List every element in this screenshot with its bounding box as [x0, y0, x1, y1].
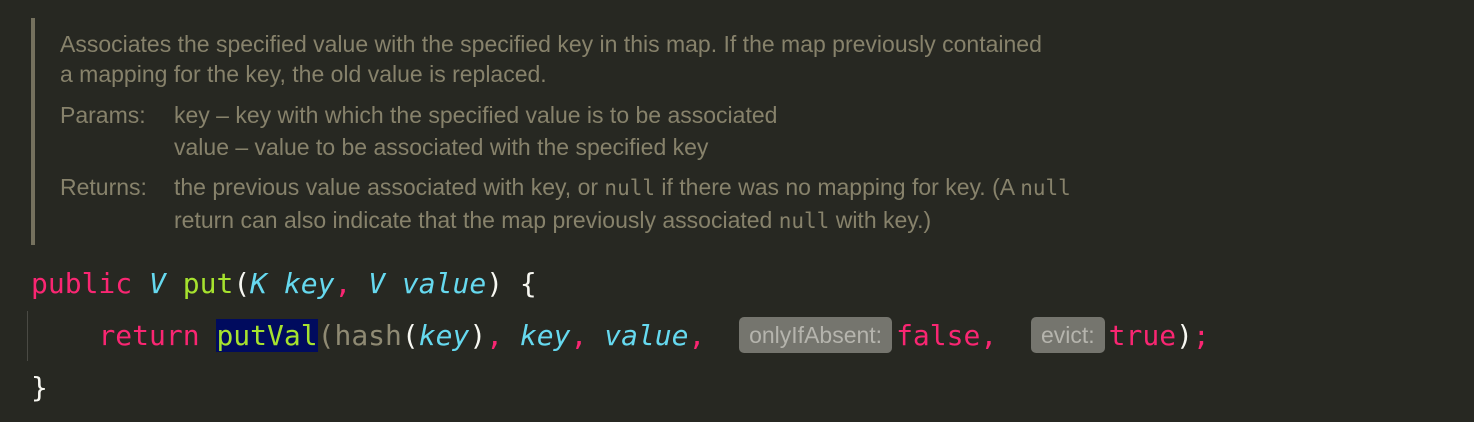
doc-returns-text: the previous value associated with key, …	[174, 174, 605, 200]
doc-returns-label: Returns:	[60, 174, 147, 200]
doc-description-line-2: a mapping for the key, the old value is …	[60, 61, 547, 87]
hash-call[interactable]: hash	[334, 319, 401, 352]
indent-guide	[27, 311, 28, 361]
literal-true: true	[1108, 319, 1177, 352]
doc-returns-text: return can also indicate that the map pr…	[174, 207, 779, 233]
comma: ,	[980, 319, 998, 352]
doc-returns-line-1: the previous value associated with key, …	[174, 171, 1071, 204]
doc-description-line-1: Associates the specified value with the …	[60, 31, 1042, 57]
comma: ,	[334, 267, 352, 300]
code-line-return[interactable]: return putVal(hash(key), key, value, onl…	[31, 316, 1210, 356]
doc-null-code: null	[604, 176, 655, 200]
param-type: K	[250, 267, 268, 300]
arg-key: key	[519, 319, 571, 352]
paren-brace: ) {	[486, 267, 537, 300]
doc-returns-text: with key.)	[829, 207, 932, 233]
doc-param-value: value – value to be associated with the …	[174, 134, 709, 160]
paren: (	[401, 319, 419, 352]
code-line-close-brace[interactable]: }	[31, 368, 48, 408]
semicolon: ;	[1192, 319, 1210, 352]
literal-false: false	[896, 319, 981, 352]
code-line-method-signature[interactable]: public V put(K key, V value) {	[31, 264, 537, 304]
keyword-return: return	[98, 319, 200, 352]
keyword-public: public	[31, 267, 133, 300]
selected-method-call[interactable]: putVal	[216, 319, 318, 352]
paren: )	[1176, 319, 1193, 352]
paren: )	[469, 319, 487, 352]
comma: ,	[570, 319, 588, 352]
comma: ,	[486, 319, 504, 352]
doc-null-code: null	[1020, 176, 1071, 200]
arg-key: key	[418, 319, 470, 352]
javadoc-popup: Associates the specified value with the …	[31, 18, 1331, 245]
param-type: V	[368, 267, 386, 300]
doc-returns-line-2: return can also indicate that the map pr…	[174, 204, 931, 237]
param-hint-evict: evict:	[1030, 317, 1105, 353]
paren: (	[233, 267, 251, 300]
method-name[interactable]: put	[183, 267, 234, 300]
close-brace: }	[31, 371, 48, 404]
doc-param-key: key – key with which the specified value…	[174, 102, 778, 128]
comma: ,	[688, 319, 706, 352]
param-name: value	[401, 267, 487, 300]
param-name: key	[283, 267, 335, 300]
param-hint-onlyifabsent: onlyIfAbsent:	[739, 317, 893, 353]
return-type: V	[149, 267, 166, 300]
doc-params-label: Params:	[60, 102, 146, 128]
paren: (	[317, 319, 335, 352]
doc-returns-text: if there was no mapping for key. (A	[655, 174, 1021, 200]
arg-value: value	[604, 319, 689, 352]
doc-null-code: null	[778, 209, 830, 233]
